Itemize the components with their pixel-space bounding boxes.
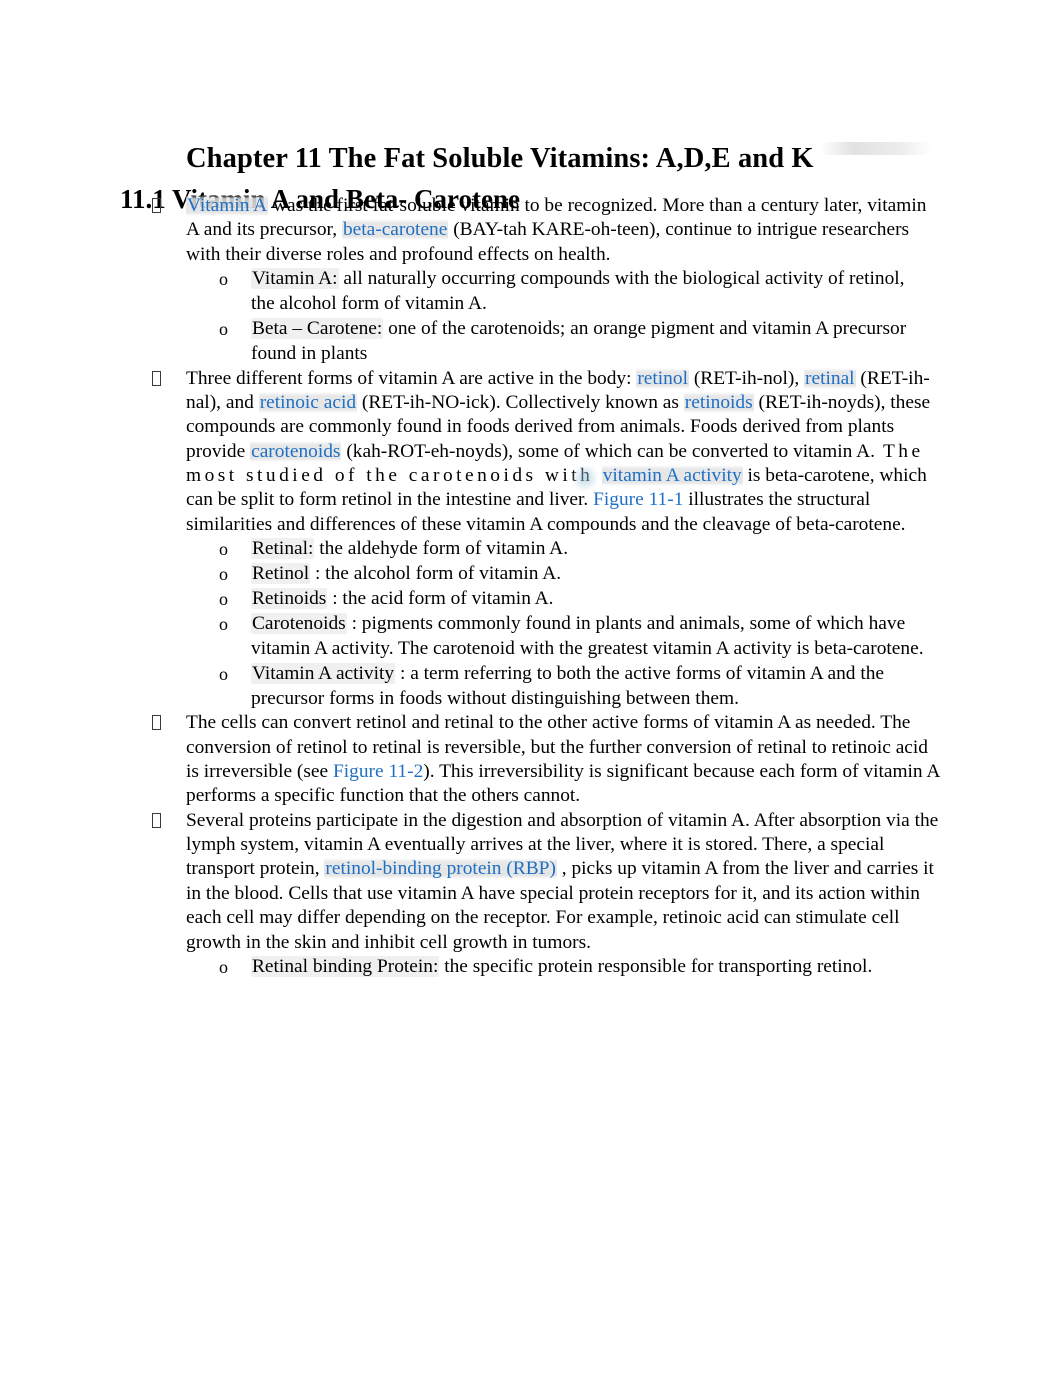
definition-text: the aldehyde form of vitamin A. xyxy=(314,538,569,560)
list-item: o Vitamin A: all naturally occurring comp… xyxy=(0,267,1062,317)
list-item: Several proteins participate in the dige… xyxy=(0,809,1062,955)
bullet-marker-icon xyxy=(152,711,174,735)
page-title: Chapter 11 The Fat Soluble Vitamins: A,D… xyxy=(186,143,814,175)
list-item: Three different forms of vitamin A are a… xyxy=(0,367,1062,537)
list-item: o Vitamin A activity : a term referring t… xyxy=(0,662,1062,712)
definition-label: Retinal binding Protein: xyxy=(251,955,440,977)
glossary-term-retinoids[interactable]: retinoids xyxy=(683,392,754,413)
glossary-term-retinol-binding-protein[interactable]: retinol-binding protein (RBP) xyxy=(324,858,557,880)
sub-bullet-marker-icon: o xyxy=(219,539,228,560)
bullet-marker-icon xyxy=(152,194,174,218)
list-item: o Retinal: the aldehyde form of vitamin A… xyxy=(0,537,1062,562)
glossary-term-carotenoids[interactable]: carotenoids xyxy=(250,440,342,462)
definition-label: Beta – Carotene: xyxy=(251,317,384,339)
list-item: The cells can convert retinol and retina… xyxy=(0,711,1062,808)
document-body: Vitamin A was the first fat-soluble vita… xyxy=(0,194,1062,980)
glossary-term-vitamin-a[interactable]: Vitamin A xyxy=(186,195,269,216)
body-text: (kah-ROT-eh-noyds), some of which can be… xyxy=(341,440,875,462)
list-item: o Retinol : the alcohol form of vitamin A… xyxy=(0,562,1062,587)
sub-bullet-marker-icon: o xyxy=(219,613,228,634)
scan-smear-artifact xyxy=(820,142,932,155)
definition-text: : the alcohol form of vitamin A. xyxy=(310,562,562,584)
definition-label: Retinol xyxy=(251,562,311,584)
bullet-marker-icon xyxy=(152,367,174,391)
sub-bullet-marker-icon: o xyxy=(219,663,228,684)
definition-label: Retinal: xyxy=(251,538,315,560)
list-item: o Beta – Carotene: one of the carotenoids… xyxy=(0,317,1062,367)
document-page: Chapter 11 The Fat Soluble Vitamins: A,D… xyxy=(0,0,1062,1377)
definition-text: : the acid form of vitamin A. xyxy=(327,587,554,609)
sub-bullet-marker-icon: o xyxy=(219,956,228,977)
figure-link-11-2[interactable]: Figure 11-2 xyxy=(333,761,423,782)
definition-label: Retinoids xyxy=(251,587,328,609)
definition-text: the specific protein responsible for tra… xyxy=(439,955,873,977)
bullet-marker-icon xyxy=(152,809,174,833)
list-item: o Carotenoids : pigments commonly found i… xyxy=(0,612,1062,662)
definition-text: all naturally occurring compounds with t… xyxy=(251,268,905,314)
list-item: Vitamin A was the first fat-soluble vita… xyxy=(0,194,1062,267)
definition-label: Carotenoids xyxy=(251,612,347,634)
sub-bullet-marker-icon: o xyxy=(219,588,228,609)
definition-label: Vitamin A: xyxy=(251,268,339,290)
body-text: Three different forms of vitamin A are a… xyxy=(186,367,637,389)
glossary-term-beta-carotene[interactable]: beta-carotene xyxy=(341,219,449,241)
list-item: o Retinal binding Protein: the specific p… xyxy=(0,955,1062,980)
body-text: (RET-ih-nol), xyxy=(688,367,805,389)
sub-bullet-marker-icon: o xyxy=(219,269,228,290)
sub-bullet-marker-icon: o xyxy=(219,318,228,339)
glossary-term-retinol[interactable]: retinol xyxy=(636,367,689,389)
glossary-term-retinoic-acid[interactable]: retinoic acid xyxy=(258,392,358,413)
figure-link-11-1[interactable]: Figure 11-1 xyxy=(593,489,683,510)
glossary-term-retinal[interactable]: retinal xyxy=(804,367,856,389)
definition-label: Vitamin A activity xyxy=(251,662,396,684)
list-item: o Retinoids : the acid form of vitamin A. xyxy=(0,587,1062,612)
definition-text: : pigments commonly found in plants and … xyxy=(251,612,924,659)
body-text: (RET-ih-NO-ick). Collectively known as xyxy=(357,392,684,413)
sub-bullet-marker-icon: o xyxy=(219,563,228,584)
glossary-term-vitamin-a-activity[interactable]: vitamin A activity xyxy=(601,465,743,487)
